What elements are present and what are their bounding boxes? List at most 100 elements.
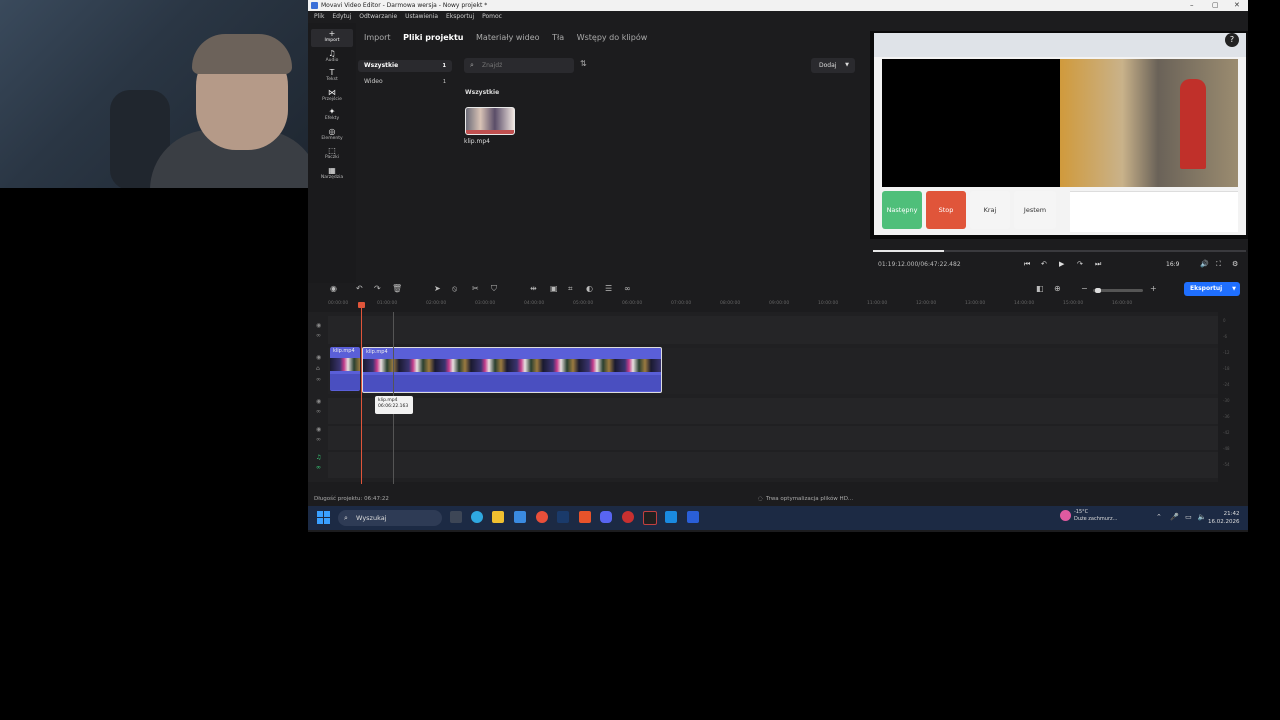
timeline-clip[interactable]: klip.mp4	[330, 347, 360, 391]
menu-ustawienia[interactable]: Ustawienia	[405, 13, 438, 20]
timeline-track-audio-1[interactable]	[328, 398, 1218, 424]
eye-icon[interactable]: ◉	[316, 426, 321, 433]
search-input[interactable]: ⌕ Znajdź	[464, 58, 574, 73]
select-pointer-icon[interactable]: ➤	[434, 284, 441, 293]
play-icon[interactable]: ▶	[1059, 260, 1064, 268]
sidebar-item-elementy[interactable]: ◎ Elementy	[311, 127, 353, 145]
menu-odtwarzanie[interactable]: Odtwarzanie	[359, 13, 397, 20]
zoom-slider[interactable]	[1093, 288, 1143, 293]
eye-icon[interactable]: ◉	[316, 354, 321, 361]
tab-project-files[interactable]: Pliki projektu	[403, 33, 463, 42]
adjust-icon[interactable]: ☰	[605, 284, 612, 293]
playhead-handle[interactable]	[358, 302, 365, 308]
category-all[interactable]: Wszystkie 1	[358, 60, 452, 72]
zoom-slider-knob[interactable]	[1095, 288, 1101, 293]
color-icon[interactable]: ◐	[586, 284, 593, 293]
add-dropdown-button[interactable]: Dodaj ▼	[811, 58, 855, 73]
cut-icon[interactable]: ✂	[472, 284, 479, 293]
skip-forward-icon[interactable]: ⏭	[1095, 260, 1101, 269]
windows-start-icon[interactable]	[317, 511, 331, 525]
taskbar-search-input[interactable]: ⌕ Wyszukaj	[338, 510, 442, 526]
category-video[interactable]: Wideo 1	[358, 76, 452, 88]
menu-eksportuj[interactable]: Eksportuj	[446, 13, 474, 20]
sort-icon[interactable]: ⇅	[580, 59, 587, 68]
zoom-out-icon[interactable]: −	[1081, 284, 1088, 293]
help-icon[interactable]: ?	[1225, 33, 1239, 47]
split-icon[interactable]: ⇹	[530, 284, 537, 293]
maximize-button[interactable]: ▢	[1212, 0, 1219, 11]
eye-icon[interactable]: ◉	[316, 398, 321, 405]
close-button[interactable]: ✕	[1234, 0, 1240, 11]
fullscreen-icon[interactable]: ⛶	[1216, 260, 1221, 269]
weather-widget[interactable]: -15°C Duże zachmurz...	[1060, 509, 1117, 523]
snap-icon[interactable]: ⊕	[1054, 284, 1061, 293]
media-thumbnail[interactable]	[465, 107, 515, 135]
marker-icon[interactable]: ⦸	[452, 284, 457, 294]
crop-icon[interactable]: ⌗	[568, 284, 573, 294]
timeline-ruler[interactable]: 00:00:00 01:00:00 02:00:00 03:00:00 04:0…	[328, 299, 1218, 309]
sidebar-item-narzedzia[interactable]: ▦ Narzędzia	[311, 166, 353, 184]
audio-sync-icon[interactable]: ◧	[1036, 284, 1044, 293]
trash-icon[interactable]: 🗑	[392, 284, 402, 293]
sidebar-item-przejscie[interactable]: ⋈ Przejście	[311, 88, 353, 106]
zoom-in-icon[interactable]: +	[1150, 284, 1157, 293]
capcut-icon[interactable]	[643, 511, 657, 525]
settings-gear-icon[interactable]: ⚙	[1232, 260, 1238, 268]
menu-edytuj[interactable]: Edytuj	[332, 13, 351, 20]
aspect-ratio-select[interactable]: 16:9	[1166, 261, 1179, 268]
video-preview[interactable]: Następny Stop Kraj Jestem ?	[870, 31, 1248, 239]
opera-icon[interactable]	[622, 511, 634, 523]
edge-icon[interactable]	[471, 511, 483, 523]
sidebar-item-tekst[interactable]: T Tekst	[311, 68, 353, 86]
minimize-button[interactable]: –	[1190, 0, 1194, 11]
volume-icon[interactable]: 🔊	[1200, 260, 1209, 268]
menu-plik[interactable]: Plik	[314, 13, 324, 20]
sidebar-item-efekty[interactable]: ✦ Efekty	[311, 107, 353, 125]
music-icon[interactable]: ♫	[316, 454, 321, 461]
chevron-up-icon[interactable]: ⌃	[1156, 513, 1162, 521]
sidebar-item-audio[interactable]: ♫ Audio	[311, 49, 353, 67]
record-icon[interactable]: ◉	[330, 284, 337, 293]
sidebar-item-import[interactable]: + Import	[311, 29, 353, 47]
timeline-clip-selected[interactable]: klip.mp4	[362, 347, 662, 393]
sidebar-item-paczki[interactable]: ⬚ Paczki	[311, 146, 353, 164]
crop-box-icon[interactable]: ▣	[550, 284, 558, 293]
lock-icon[interactable]: ⌂	[316, 365, 320, 372]
redo-icon[interactable]: ↷	[374, 284, 381, 293]
link-icon[interactable]: ∞	[316, 464, 321, 471]
discord-icon[interactable]	[600, 511, 612, 523]
chrome-icon[interactable]	[536, 511, 548, 523]
steam-icon[interactable]	[557, 511, 569, 523]
link-icon[interactable]: ∞	[316, 408, 321, 415]
link-icon[interactable]: ∞	[624, 284, 631, 293]
task-view-icon[interactable]	[450, 511, 462, 523]
undo-icon[interactable]: ↶	[356, 284, 363, 293]
eye-icon[interactable]: ◉	[316, 322, 321, 329]
shield-icon[interactable]: ⛉	[491, 284, 497, 294]
link-icon[interactable]: ∞	[316, 332, 321, 339]
network-icon[interactable]: ▭	[1185, 513, 1192, 521]
tab-intros[interactable]: Wstępy do klipów	[577, 33, 648, 42]
link-icon[interactable]: ∞	[316, 376, 321, 383]
file-explorer-icon[interactable]	[492, 511, 504, 523]
timeline-track-text[interactable]	[328, 316, 1218, 344]
speaker-icon[interactable]: 🔈	[1198, 513, 1207, 521]
undo-step-icon[interactable]: ↶	[1041, 260, 1047, 268]
taskbar-clock[interactable]: 21:42 16.02.2026	[1208, 510, 1240, 526]
tab-stock-videos[interactable]: Materiały wideo	[476, 33, 540, 42]
brave-icon[interactable]	[579, 511, 591, 523]
skip-back-icon[interactable]: ⏮	[1024, 260, 1030, 269]
menu-pomoc[interactable]: Pomoc	[482, 13, 502, 20]
movavi-icon[interactable]	[687, 511, 699, 523]
timeline-track-music[interactable]	[328, 452, 1218, 478]
redo-step-icon[interactable]: ↷	[1077, 260, 1083, 268]
export-button[interactable]: Eksportuj ▼	[1184, 282, 1240, 296]
playhead[interactable]	[358, 302, 365, 484]
playback-progress-bar[interactable]	[873, 250, 1246, 252]
tab-backgrounds[interactable]: Tła	[552, 33, 564, 42]
microphone-icon[interactable]: 🎤	[1170, 513, 1179, 521]
link-icon[interactable]: ∞	[316, 436, 321, 443]
store-icon[interactable]	[665, 511, 677, 523]
tab-import[interactable]: Import	[364, 33, 391, 42]
timeline-track-audio-2[interactable]	[328, 426, 1218, 450]
